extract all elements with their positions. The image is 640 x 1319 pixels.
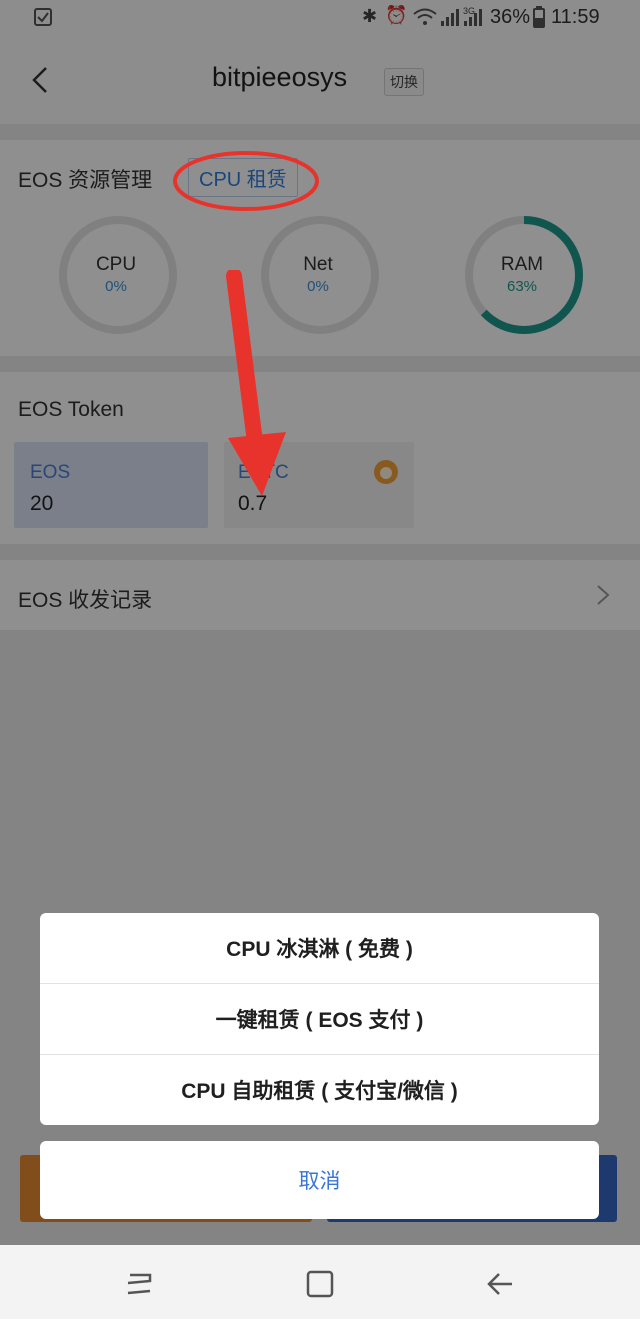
option-cpu-icecream[interactable]: CPU 冰淇淋 ( 免费 ) (40, 913, 599, 983)
home-icon[interactable] (305, 1269, 335, 1299)
option-self-service-rent[interactable]: CPU 自助租赁 ( 支付宝/微信 ) (40, 1055, 599, 1125)
option-one-click-rent[interactable]: 一键租赁 ( EOS 支付 ) (40, 984, 599, 1054)
system-nav-bar (0, 1245, 640, 1319)
cancel-button[interactable]: 取消 (40, 1141, 599, 1219)
recent-apps-icon[interactable] (124, 1271, 154, 1297)
annotation-arrow (226, 270, 286, 496)
action-sheet: CPU 冰淇淋 ( 免费 ) 一键租赁 ( EOS 支付 ) CPU 自助租赁 … (40, 913, 599, 1125)
back-nav-icon[interactable] (485, 1269, 515, 1299)
annotation-circle (173, 151, 319, 211)
